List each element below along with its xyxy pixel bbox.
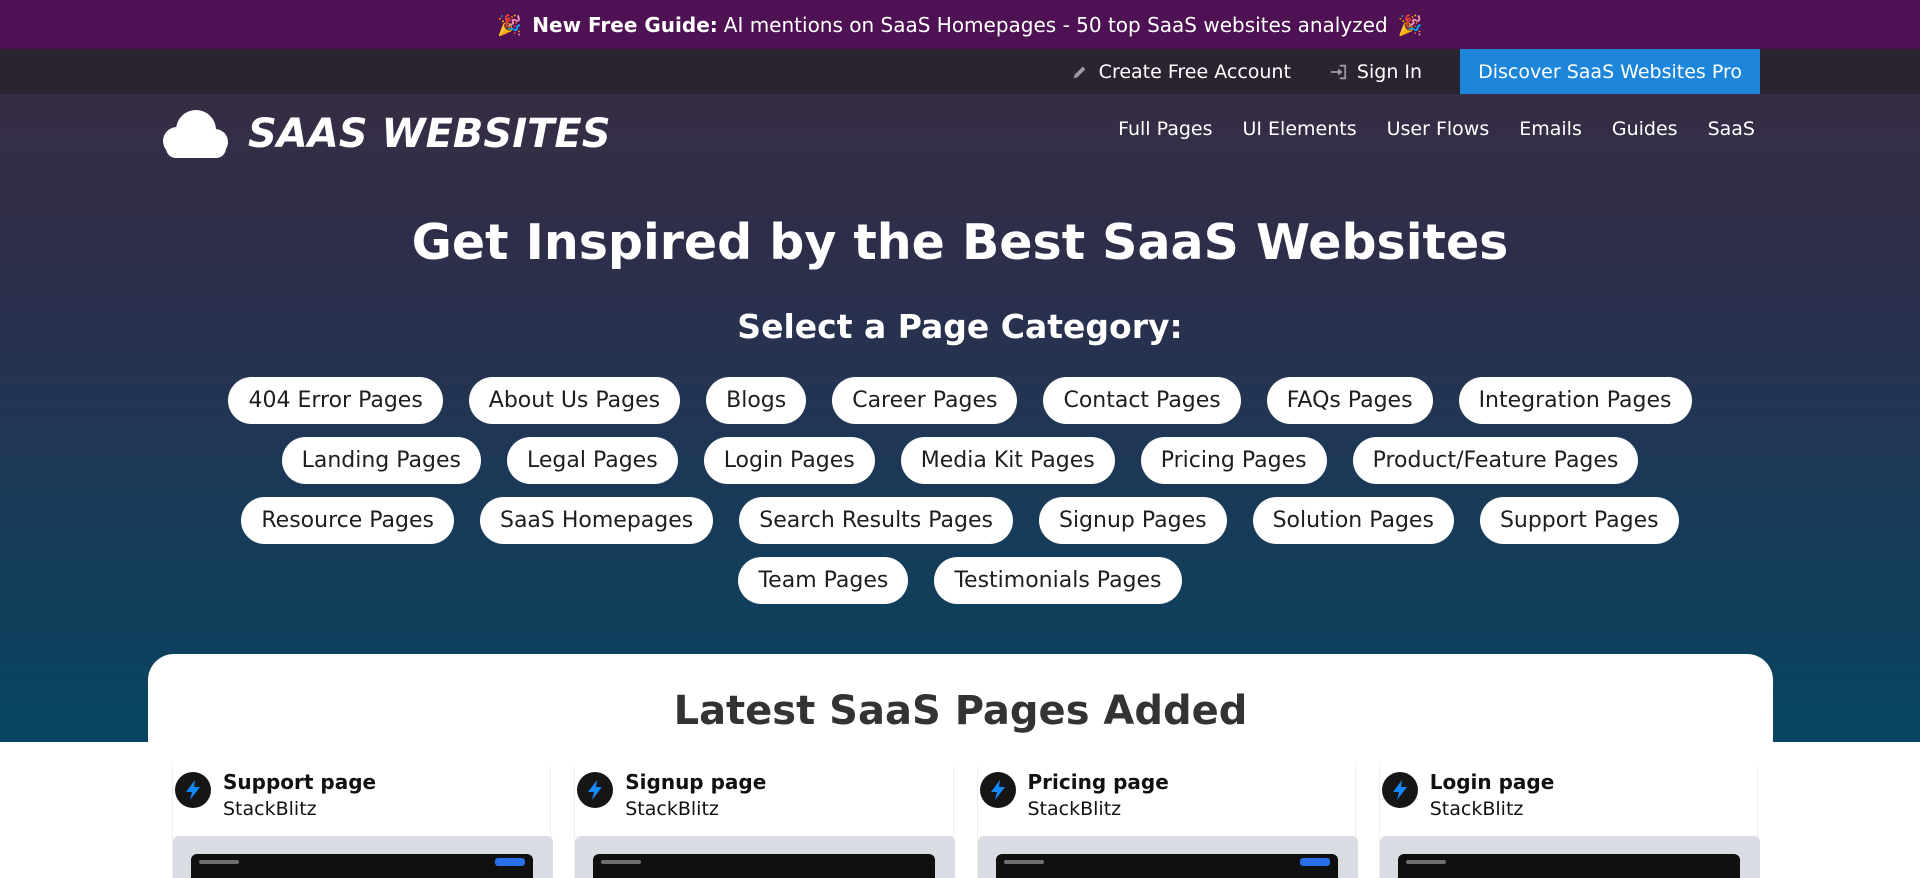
page-thumbnail[interactable] — [575, 836, 956, 878]
stackblitz-logo — [175, 772, 211, 808]
latest-pages-grid: Support page StackBlitz Signup page Stac… — [172, 766, 1760, 878]
category-media-kit-pages[interactable]: Media Kit Pages — [900, 437, 1115, 484]
sign-in-icon — [1330, 64, 1347, 79]
party-popper-icon: 🎉 — [1397, 12, 1423, 37]
nav-full-pages[interactable]: Full Pages — [1118, 118, 1212, 140]
site-logo[interactable]: SAAS WEBSITES — [160, 108, 611, 160]
thumbnail-nav-bar — [199, 860, 239, 864]
page-title: Get Inspired by the Best SaaS Websites — [411, 214, 1509, 271]
page-thumbnail[interactable] — [1379, 836, 1760, 878]
announcement-bold: New Free Guide: — [532, 12, 718, 37]
latest-pages-section: Latest SaaS Pages Added Support page Sta… — [148, 654, 1773, 878]
page-card[interactable]: Signup page StackBlitz — [574, 766, 956, 878]
lightning-bolt-icon — [990, 780, 1005, 800]
category-testimonials-pages[interactable]: Testimonials Pages — [934, 557, 1182, 604]
thumbnail-screen — [191, 854, 533, 878]
category-signup-pages[interactable]: Signup Pages — [1038, 497, 1227, 544]
hero-section: SAAS WEBSITES Full Pages UI Elements Use… — [0, 94, 1920, 742]
thumbnail-screen — [593, 854, 936, 878]
page-thumbnail[interactable] — [173, 836, 553, 878]
stackblitz-logo — [1381, 772, 1418, 808]
category-search-results-pages[interactable]: Search Results Pages — [739, 497, 1013, 544]
thumbnail-screen — [1397, 854, 1740, 878]
page-card[interactable]: Login page StackBlitz — [1378, 766, 1760, 878]
category-career-pages[interactable]: Career Pages — [832, 377, 1018, 424]
category-about-us-pages[interactable]: About Us Pages — [468, 377, 681, 424]
lightning-bolt-icon — [588, 780, 603, 800]
category-resource-pages[interactable]: Resource Pages — [241, 497, 454, 544]
card-page-type: Pricing page — [1027, 770, 1169, 794]
category-faqs-pages[interactable]: FAQs Pages — [1266, 377, 1433, 424]
party-popper-icon: 🎉 — [497, 12, 523, 37]
category-landing-pages[interactable]: Landing Pages — [281, 437, 481, 484]
category-product-feature-pages[interactable]: Product/Feature Pages — [1352, 437, 1639, 484]
logo-text: SAAS WEBSITES — [248, 111, 611, 157]
thumbnail-screen — [995, 854, 1338, 878]
page-card[interactable]: Support page StackBlitz — [172, 766, 553, 878]
main-nav: Full Pages UI Elements User Flows Emails… — [1088, 118, 1755, 140]
category-support-pages[interactable]: Support Pages — [1479, 497, 1679, 544]
category-contact-pages[interactable]: Contact Pages — [1043, 377, 1241, 424]
stackblitz-logo — [577, 772, 614, 808]
thumbnail-button — [495, 858, 525, 866]
nav-saas[interactable]: SaaS — [1708, 118, 1755, 140]
page-thumbnail[interactable] — [977, 836, 1358, 878]
card-page-type: Login page — [1429, 770, 1555, 794]
category-integration-pages[interactable]: Integration Pages — [1458, 377, 1692, 424]
stackblitz-logo — [979, 772, 1016, 808]
category-solution-pages[interactable]: Solution Pages — [1252, 497, 1454, 544]
card-brand-name: StackBlitz — [625, 798, 719, 820]
category-404-error-pages[interactable]: 404 Error Pages — [228, 377, 443, 424]
lightning-bolt-icon — [186, 780, 200, 800]
nav-emails[interactable]: Emails — [1519, 118, 1582, 140]
cloud-icon — [163, 110, 228, 158]
thumbnail-button — [1299, 858, 1330, 866]
announcement-bar[interactable]: 🎉 New Free Guide: AI mentions on SaaS Ho… — [0, 0, 1920, 49]
pencil-icon — [1073, 66, 1086, 78]
category-pricing-pages[interactable]: Pricing Pages — [1140, 437, 1327, 484]
category-team-pages[interactable]: Team Pages — [738, 557, 909, 604]
category-blogs[interactable]: Blogs — [706, 377, 807, 424]
latest-pages-title: Latest SaaS Pages Added — [673, 688, 1248, 734]
create-account-link[interactable]: Create Free Account — [1071, 61, 1291, 83]
thumbnail-nav-bar — [1405, 860, 1446, 864]
category-saas-homepages[interactable]: SaaS Homepages — [479, 497, 714, 544]
card-brand-name: StackBlitz — [223, 798, 317, 820]
lightning-bolt-icon — [1392, 780, 1407, 800]
create-account-label: Create Free Account — [1098, 60, 1291, 83]
nav-ui-elements[interactable]: UI Elements — [1243, 118, 1357, 140]
utility-bar: Create Free Account Sign In Discover Saa… — [0, 49, 1920, 94]
card-brand-name: StackBlitz — [1027, 798, 1122, 820]
discover-pro-button[interactable]: Discover SaaS Websites Pro — [1460, 49, 1760, 94]
nav-user-flows[interactable]: User Flows — [1387, 118, 1490, 140]
thumbnail-nav-bar — [1003, 860, 1044, 864]
category-legal-pages[interactable]: Legal Pages — [507, 437, 678, 484]
category-list: 404 Error Pages About Us Pages Blogs Car… — [180, 377, 1740, 617]
page-card[interactable]: Pricing page StackBlitz — [976, 766, 1358, 878]
sign-in-label: Sign In — [1356, 60, 1423, 83]
thumbnail-nav-bar — [601, 860, 642, 864]
nav-guides[interactable]: Guides — [1612, 118, 1678, 140]
announcement-text: AI mentions on SaaS Homepages - 50 top S… — [723, 12, 1388, 37]
card-page-type: Signup page — [625, 770, 767, 794]
utility-links: Create Free Account Sign In Discover Saa… — [1071, 49, 1760, 94]
page-subtitle: Select a Page Category: — [737, 307, 1183, 346]
card-page-type: Support page — [223, 770, 377, 794]
category-login-pages[interactable]: Login Pages — [703, 437, 875, 484]
card-brand-name: StackBlitz — [1429, 798, 1524, 820]
sign-in-link[interactable]: Sign In — [1329, 61, 1422, 83]
